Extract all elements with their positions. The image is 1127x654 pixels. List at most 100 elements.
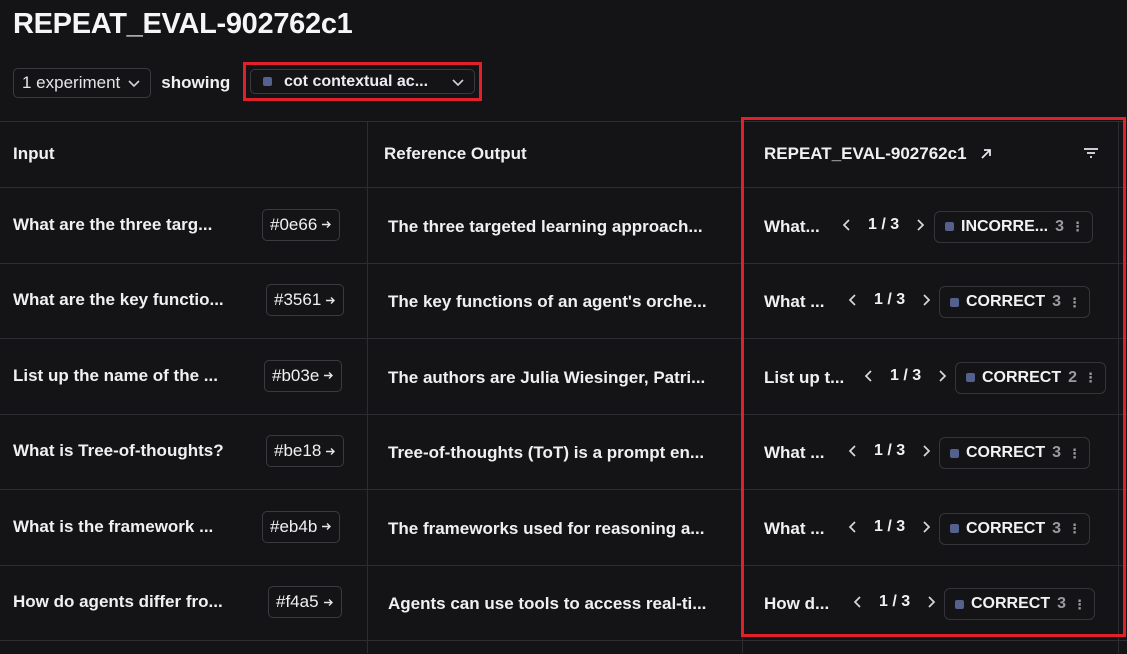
- pager-label: 1 / 3: [868, 215, 900, 233]
- example-id-link[interactable]: #f4a5: [268, 586, 342, 619]
- header-experiment[interactable]: REPEAT_EVAL-902762c1: [764, 121, 993, 187]
- example-id-link[interactable]: #eb4b: [262, 510, 341, 543]
- input-cell[interactable]: What is Tree-of-thoughts?: [13, 439, 224, 463]
- input-cell[interactable]: What are the three targ...: [13, 213, 212, 237]
- example-id-link[interactable]: #0e66: [262, 208, 341, 241]
- example-id: #f4a5: [276, 592, 319, 612]
- example-id-link[interactable]: #b03e: [264, 359, 343, 392]
- feedback-value: CORRECT: [982, 368, 1062, 386]
- more-options-icon[interactable]: ⋮: [1068, 522, 1081, 535]
- chevron-right-icon[interactable]: [924, 595, 938, 609]
- experiment-input-cell[interactable]: What...: [764, 215, 820, 239]
- external-link-icon[interactable]: [979, 147, 993, 161]
- metric-swatch: [950, 448, 959, 458]
- row-divider: [0, 187, 1127, 188]
- row-divider: [0, 338, 1127, 339]
- column-divider: [367, 121, 368, 653]
- metric-select-highlight: cot contextual ac...: [243, 62, 482, 101]
- example-id: #eb4b: [270, 516, 318, 536]
- input-cell[interactable]: What is the framework ...: [13, 515, 213, 539]
- metric-select[interactable]: cot contextual ac...: [250, 69, 475, 94]
- pager-label: 1 / 3: [874, 442, 906, 460]
- reference-output-cell[interactable]: The authors are Julia Wiesinger, Patri..…: [388, 366, 705, 390]
- input-cell[interactable]: List up the name of the ...: [13, 364, 218, 388]
- chevron-down-icon: [452, 78, 464, 86]
- example-id-link[interactable]: #be18: [266, 435, 345, 468]
- input-cell[interactable]: How do agents differ fro...: [13, 590, 223, 614]
- toolbar: 1 experiment showing: [13, 67, 230, 99]
- arrow-right-icon: [326, 447, 336, 455]
- metric-swatch: [966, 373, 975, 383]
- row-divider: [0, 640, 1127, 641]
- column-divider: [742, 121, 743, 653]
- row-divider: [0, 262, 1127, 264]
- header-input[interactable]: Input: [13, 121, 55, 187]
- reference-output-cell[interactable]: Tree-of-thoughts (ToT) is a prompt en...: [388, 441, 704, 465]
- more-options-icon[interactable]: ⋮: [1073, 598, 1086, 611]
- experiment-input-cell[interactable]: How d...: [764, 592, 829, 616]
- example-id: #b03e: [272, 365, 320, 385]
- experiment-input-cell[interactable]: What ...: [764, 517, 824, 541]
- page-title: REPEAT_EVAL-902762c1: [13, 8, 353, 40]
- experiment-select[interactable]: 1 experiment: [13, 68, 152, 98]
- pager-label: 1 / 3: [890, 366, 922, 384]
- feedback-chip[interactable]: CORRECT 2 ⋮: [955, 361, 1107, 394]
- more-options-icon[interactable]: ⋮: [1068, 447, 1081, 460]
- feedback-value: CORRECT: [966, 519, 1046, 537]
- reference-output-cell[interactable]: Agents can use tools to access real-ti..…: [388, 592, 706, 616]
- feedback-count: 3: [1052, 444, 1062, 462]
- input-cell[interactable]: What are the key functio...: [13, 288, 224, 312]
- feedback-count: 3: [1052, 293, 1062, 311]
- more-options-icon[interactable]: ⋮: [1084, 371, 1097, 384]
- arrow-right-icon: [322, 221, 332, 229]
- metric-swatch: [950, 524, 959, 534]
- chevron-left-icon[interactable]: [846, 520, 860, 534]
- filter-icon[interactable]: [1083, 146, 1099, 160]
- feedback-chip[interactable]: CORRECT 3 ⋮: [939, 286, 1091, 319]
- metric-swatch: [263, 77, 272, 86]
- metric-swatch: [945, 222, 954, 232]
- pager-label: 1 / 3: [879, 593, 911, 611]
- feedback-count: 3: [1055, 217, 1065, 235]
- row-divider: [0, 413, 1127, 415]
- chevron-right-icon[interactable]: [913, 218, 927, 232]
- chevron-right-icon[interactable]: [919, 293, 933, 307]
- chevron-down-icon: [128, 80, 140, 88]
- more-options-icon[interactable]: ⋮: [1071, 220, 1084, 233]
- feedback-value: CORRECT: [971, 595, 1051, 613]
- reference-output-cell[interactable]: The key functions of an agent's orche...: [388, 290, 707, 314]
- chevron-left-icon[interactable]: [846, 444, 860, 458]
- experiment-input-cell[interactable]: What ...: [764, 290, 824, 314]
- reference-output-cell[interactable]: The three targeted learning approach...: [388, 215, 703, 239]
- arrow-right-icon: [326, 296, 336, 304]
- chevron-right-icon[interactable]: [935, 369, 949, 383]
- column-divider: [1118, 121, 1119, 653]
- chevron-left-icon[interactable]: [862, 369, 876, 383]
- reference-output-cell[interactable]: The frameworks used for reasoning a...: [388, 517, 704, 541]
- repetition-pager: 1 / 3: [846, 515, 933, 539]
- more-options-icon[interactable]: ⋮: [1068, 296, 1081, 309]
- feedback-count: 3: [1052, 519, 1062, 537]
- feedback-chip[interactable]: CORRECT 3 ⋮: [939, 437, 1091, 470]
- header-reference-output[interactable]: Reference Output: [384, 121, 527, 187]
- row-divider: [0, 564, 1127, 566]
- metric-swatch: [955, 599, 964, 609]
- feedback-value: CORRECT: [966, 444, 1046, 462]
- pager-label: 1 / 3: [874, 517, 906, 535]
- experiment-input-cell[interactable]: What ...: [764, 441, 824, 465]
- showing-label: showing: [161, 73, 231, 92]
- feedback-chip[interactable]: CORRECT 3 ⋮: [939, 512, 1091, 545]
- repetition-pager: 1 / 3: [846, 288, 933, 312]
- chevron-right-icon[interactable]: [919, 520, 933, 534]
- chevron-left-icon[interactable]: [840, 218, 854, 232]
- feedback-chip[interactable]: INCORRE... 3 ⋮: [934, 210, 1094, 243]
- feedback-count: 3: [1057, 595, 1067, 613]
- example-id-link[interactable]: #3561: [266, 284, 345, 317]
- repetition-pager: 1 / 3: [840, 213, 927, 237]
- chevron-left-icon[interactable]: [851, 595, 865, 609]
- feedback-chip[interactable]: CORRECT 3 ⋮: [944, 588, 1096, 621]
- chevron-left-icon[interactable]: [846, 293, 860, 307]
- repetition-pager: 1 / 3: [846, 439, 933, 463]
- chevron-right-icon[interactable]: [919, 444, 933, 458]
- experiment-input-cell[interactable]: List up t...: [764, 366, 844, 390]
